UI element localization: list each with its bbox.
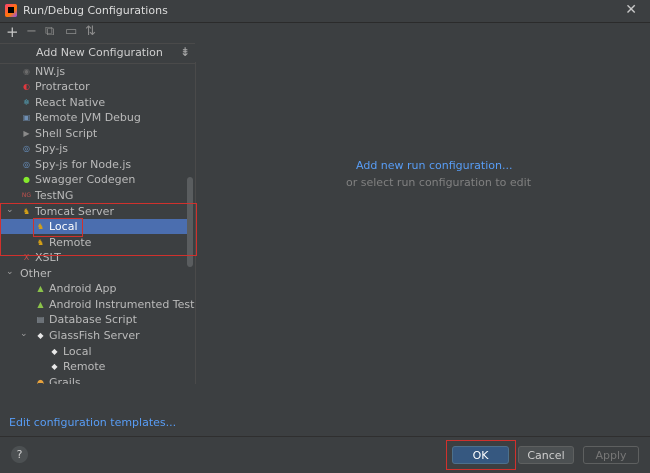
tree-item-glassfish-local[interactable]: ◆ Local — [0, 344, 188, 359]
cancel-button[interactable]: Cancel — [518, 446, 574, 464]
tree-item-label: Local — [63, 345, 92, 358]
title-bar: Run/Debug Configurations ✕ — [0, 0, 650, 23]
tree-item-label: Android App — [49, 282, 117, 295]
tree-item-spyjs-node[interactable]: ◎ Spy-js for Node.js — [0, 157, 188, 172]
collapse-all-icon[interactable]: ⇟ — [180, 45, 190, 59]
tree-item-label: Android Instrumented Tests — [49, 298, 196, 311]
tree-item-label: Other — [20, 267, 52, 280]
tree-item-label: Protractor — [35, 80, 90, 93]
tree-item-label: Shell Script — [35, 127, 98, 140]
tree-item-label: Spy-js for Node.js — [35, 158, 132, 171]
shell-script-icon: ▶ — [23, 129, 30, 138]
tree-item-label: Remote JVM Debug — [35, 111, 141, 124]
ok-button[interactable]: OK — [452, 446, 509, 464]
swagger-icon: ● — [23, 175, 30, 184]
react-icon: ⚛ — [22, 98, 31, 107]
copy-icon[interactable]: ⧉ — [45, 24, 54, 40]
config-toolbar: + − ⧉ ▭ ⇅ — [0, 23, 195, 41]
tree-item-spyjs[interactable]: ◎ Spy-js — [0, 141, 188, 156]
tree-item-label: Database Script — [49, 313, 137, 326]
spyjs-node-icon: ◎ — [23, 160, 30, 169]
tree-item-label: Grails — [49, 376, 81, 384]
chevron-down-icon[interactable]: ⌄ — [6, 267, 16, 277]
glassfish-icon: ◆ — [37, 331, 44, 340]
tree-item-label: Spy-js — [35, 142, 69, 155]
tree-item-testng[interactable]: NG TestNG — [0, 188, 188, 203]
edit-configuration-templates-link[interactable]: Edit configuration templates... — [9, 416, 176, 429]
database-icon: ▤ — [36, 315, 45, 324]
apply-button[interactable]: Apply — [583, 446, 639, 464]
window-title: Run/Debug Configurations — [23, 4, 168, 17]
chevron-down-icon[interactable]: ⌄ — [20, 329, 30, 339]
remote-debug-icon: ▣ — [22, 113, 31, 122]
tree-item-label: Swagger Codegen — [35, 173, 136, 186]
testng-icon: NG — [21, 192, 32, 199]
tree-item-swagger-codegen[interactable]: ● Swagger Codegen — [0, 172, 188, 187]
dialog-footer: ? OK Cancel Apply — [0, 436, 650, 473]
select-configuration-hint: or select run configuration to edit — [346, 176, 532, 189]
add-new-configuration-label: Add New Configuration — [36, 46, 163, 59]
add-new-configuration[interactable]: Add New Configuration ⇟ — [0, 43, 195, 64]
android-icon: ▲ — [37, 300, 44, 309]
sort-icon[interactable]: ⇅ — [85, 24, 96, 40]
remove-icon[interactable]: − — [26, 24, 37, 40]
android-icon: ▲ — [37, 284, 44, 293]
nwjs-icon: ◉ — [23, 67, 30, 76]
tree-item-label: React Native — [35, 96, 106, 109]
spyjs-icon: ◎ — [23, 144, 30, 153]
tree-item-grails[interactable]: ◓ Grails — [0, 375, 188, 384]
tree-item-nwjs[interactable]: ◉ NW.js — [0, 64, 188, 79]
tree-item-label: GlassFish Server — [49, 329, 140, 342]
tree-item-database-script[interactable]: ▤ Database Script — [0, 312, 188, 327]
highlight-box-local — [33, 218, 83, 237]
highlight-box-tomcat — [0, 203, 197, 256]
glassfish-icon: ◆ — [51, 362, 58, 371]
add-icon[interactable]: + — [6, 24, 19, 40]
tree-item-glassfish-server[interactable]: ⌄ ◆ GlassFish Server — [0, 328, 188, 343]
tree-item-protractor[interactable]: ◐ Protractor — [0, 79, 188, 94]
tree-item-remote-jvm-debug[interactable]: ▣ Remote JVM Debug — [0, 110, 188, 125]
configuration-editor-pane: Add new run configuration... or select r… — [196, 23, 650, 435]
close-icon[interactable]: ✕ — [625, 2, 637, 18]
tree-item-label: NW.js — [35, 65, 66, 78]
folder-icon[interactable]: ▭ — [65, 24, 77, 40]
grails-icon: ◓ — [37, 378, 44, 384]
tree-item-react-native[interactable]: ⚛ React Native — [0, 95, 188, 110]
tree-item-label: Remote — [63, 360, 106, 373]
tree-item-shell-script[interactable]: ▶ Shell Script — [0, 126, 188, 141]
add-new-run-configuration-link[interactable]: Add new run configuration... — [356, 159, 512, 172]
tree-item-glassfish-remote[interactable]: ◆ Remote — [0, 359, 188, 374]
protractor-icon: ◐ — [23, 82, 30, 91]
help-button[interactable]: ? — [11, 446, 28, 463]
tree-item-label: TestNG — [35, 189, 74, 202]
tree-item-android-instrumented-tests[interactable]: ▲ Android Instrumented Tests — [0, 297, 195, 312]
glassfish-icon: ◆ — [51, 347, 58, 356]
tree-group-other[interactable]: ⌄ Other — [0, 266, 188, 281]
tree-item-android-app[interactable]: ▲ Android App — [0, 281, 188, 296]
intellij-app-icon — [5, 4, 17, 17]
